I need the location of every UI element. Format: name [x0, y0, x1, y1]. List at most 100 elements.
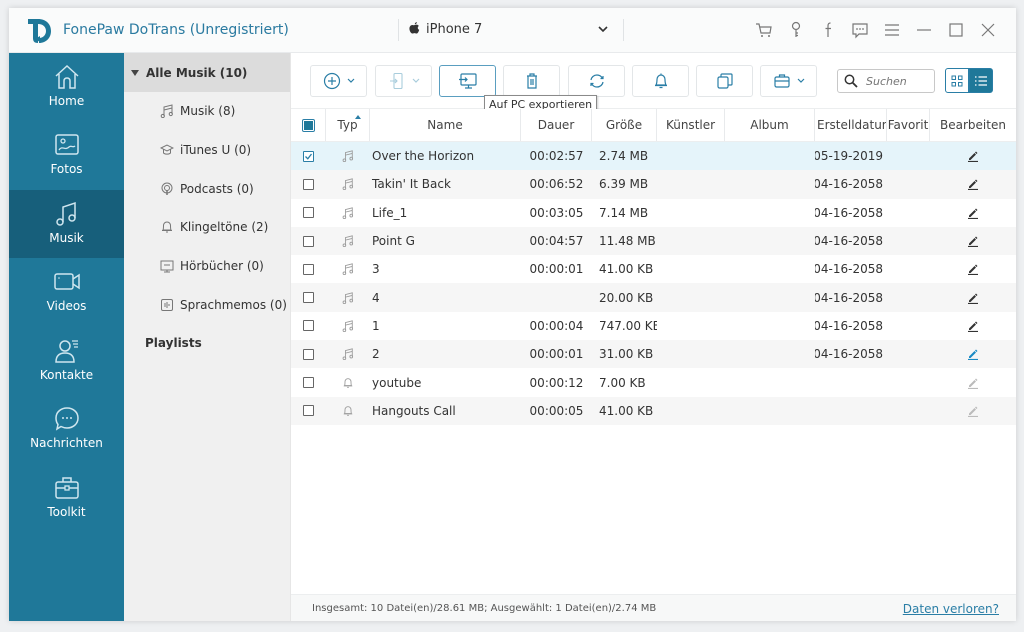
column-header-erstelldatum[interactable]: Erstelldatum	[815, 109, 887, 141]
checkbox-cell[interactable]	[291, 199, 326, 227]
table-row[interactable]: 2 00:00:01 31.00 KB 04-16-2058	[291, 340, 1016, 369]
table-row[interactable]: youtube 00:00:12 7.00 KB	[291, 368, 1016, 397]
checkbox-cell[interactable]	[291, 255, 326, 283]
cell-favorite[interactable]	[887, 142, 930, 170]
sidebar-item-fotos[interactable]: Fotos	[9, 121, 124, 189]
cell-favorite[interactable]	[887, 368, 930, 396]
collapse-triangle-icon[interactable]	[131, 69, 139, 76]
cell-duration: 00:04:57	[529, 234, 584, 249]
table-row[interactable]: 1 00:00:04 747.00 KB 04-16-2058	[291, 311, 1016, 341]
export-to-pc-button[interactable]	[439, 65, 496, 97]
table-row[interactable]: Takin' It Back 00:06:52 6.39 MB 04-16-2058	[291, 170, 1016, 199]
device-selector[interactable]: iPhone 7	[409, 22, 482, 37]
checkbox-cell[interactable]	[291, 142, 326, 170]
cell-favorite[interactable]	[887, 340, 930, 368]
duplicate-button[interactable]	[696, 65, 753, 97]
select-all-checkbox[interactable]	[291, 109, 326, 141]
cell-favorite[interactable]	[887, 255, 930, 283]
column-header-album[interactable]: Album	[725, 109, 815, 141]
convert-button[interactable]	[568, 65, 625, 97]
close-icon[interactable]	[978, 20, 998, 40]
all-music-header[interactable]: Alle Musik (10)	[124, 53, 290, 92]
table-row[interactable]: Hangouts Call 00:00:05 41.00 KB	[291, 396, 1016, 425]
table-row[interactable]: Life_1 00:03:05 7.14 MB 04-16-2058	[291, 198, 1016, 227]
toolbox-button[interactable]	[760, 65, 817, 97]
checkbox-cell[interactable]	[291, 227, 326, 255]
column-header-groesse[interactable]: Größe	[592, 109, 657, 141]
table-row[interactable]: Point G 00:04:57 11.48 MB 04-16-2058	[291, 226, 1016, 256]
row-checkbox[interactable]	[303, 150, 314, 162]
subnav-item-hoerbuecher[interactable]: Hörbücher (0)	[124, 247, 290, 286]
table-row[interactable]: Over the Horizon 00:02:57 2.74 MB 05-19-201…	[291, 142, 1016, 171]
row-checkbox[interactable]	[303, 178, 314, 190]
subnav-item-podcasts[interactable]: Podcasts (0)	[124, 169, 290, 208]
checkbox-cell[interactable]	[291, 170, 326, 198]
maximize-icon[interactable]	[946, 20, 966, 40]
row-checkbox[interactable]	[303, 207, 314, 219]
edit-pencil-icon[interactable]	[930, 199, 1016, 227]
sidebar-item-musik[interactable]: Musik	[9, 190, 124, 258]
edit-pencil-icon[interactable]	[930, 142, 1016, 170]
column-header-typ[interactable]: Typ	[326, 109, 370, 141]
podcast-icon	[161, 182, 173, 195]
column-header-kuenstler[interactable]: Künstler	[657, 109, 725, 141]
edit-pencil-icon[interactable]	[930, 283, 1016, 311]
list-view-button[interactable]	[969, 68, 993, 93]
cell-favorite[interactable]	[887, 397, 930, 425]
data-lost-link[interactable]: Daten verloren?	[903, 602, 999, 616]
cell-favorite[interactable]	[887, 199, 930, 227]
ringtone-button[interactable]	[632, 65, 689, 97]
checkbox-cell[interactable]	[291, 312, 326, 340]
checkbox-cell[interactable]	[291, 397, 326, 425]
grid-view-button[interactable]	[945, 68, 969, 93]
facebook-icon[interactable]	[818, 20, 838, 40]
subnav-item-sprachmemos[interactable]: Sprachmemos (0)	[124, 285, 290, 324]
subnav-item-musik[interactable]: Musik (8)	[124, 92, 290, 131]
delete-button[interactable]	[503, 65, 560, 97]
subnav-item-itunes-u[interactable]: iTunes U (0)	[124, 131, 290, 170]
minimize-icon[interactable]	[914, 20, 934, 40]
add-button[interactable]	[310, 65, 367, 97]
column-header-favorit[interactable]: Favorit	[887, 109, 930, 141]
edit-pencil-icon[interactable]	[930, 227, 1016, 255]
sidebar-item-nachrichten[interactable]: Nachrichten	[9, 395, 124, 463]
export-to-device-button[interactable]	[375, 65, 432, 97]
menu-icon[interactable]	[882, 20, 902, 40]
checkbox-cell[interactable]	[291, 368, 326, 396]
edit-pencil-icon[interactable]	[930, 255, 1016, 283]
sidebar-item-videos[interactable]: Videos	[9, 258, 124, 326]
sidebar-item-home[interactable]: Home	[9, 53, 124, 121]
edit-pencil-icon[interactable]	[930, 312, 1016, 340]
subnav-item-klingeltoene[interactable]: Klingeltöne (2)	[124, 208, 290, 247]
feedback-icon[interactable]	[850, 20, 870, 40]
column-header-name[interactable]: Name	[370, 109, 521, 141]
search-input[interactable]	[866, 74, 928, 88]
cell-favorite[interactable]	[887, 227, 930, 255]
playlists-header[interactable]: Playlists	[124, 324, 290, 362]
table-row[interactable]: 4 20.00 KB 04-16-2058	[291, 283, 1016, 312]
key-icon[interactable]	[786, 20, 806, 40]
music-icon	[55, 201, 76, 226]
row-checkbox[interactable]	[303, 235, 314, 247]
cell-artist	[657, 340, 725, 368]
edit-pencil-icon[interactable]	[930, 340, 1016, 368]
search-box[interactable]	[837, 69, 935, 93]
column-header-dauer[interactable]: Dauer	[521, 109, 592, 141]
cell-favorite[interactable]	[887, 283, 930, 311]
edit-pencil-icon[interactable]	[930, 170, 1016, 198]
cell-favorite[interactable]	[887, 170, 930, 198]
row-checkbox[interactable]	[303, 320, 314, 332]
row-checkbox[interactable]	[303, 348, 314, 360]
row-checkbox[interactable]	[303, 377, 314, 389]
row-checkbox[interactable]	[303, 405, 314, 417]
row-checkbox[interactable]	[303, 292, 314, 304]
sidebar-item-toolkit[interactable]: Toolkit	[9, 464, 124, 532]
chevron-down-icon[interactable]	[597, 24, 609, 34]
cell-favorite[interactable]	[887, 312, 930, 340]
sidebar-item-kontakte[interactable]: Kontakte	[9, 327, 124, 395]
row-checkbox[interactable]	[303, 263, 314, 275]
checkbox-cell[interactable]	[291, 340, 326, 368]
cart-icon[interactable]	[754, 20, 774, 40]
table-row[interactable]: 3 00:00:01 41.00 KB 04-16-2058	[291, 255, 1016, 284]
checkbox-cell[interactable]	[291, 283, 326, 311]
